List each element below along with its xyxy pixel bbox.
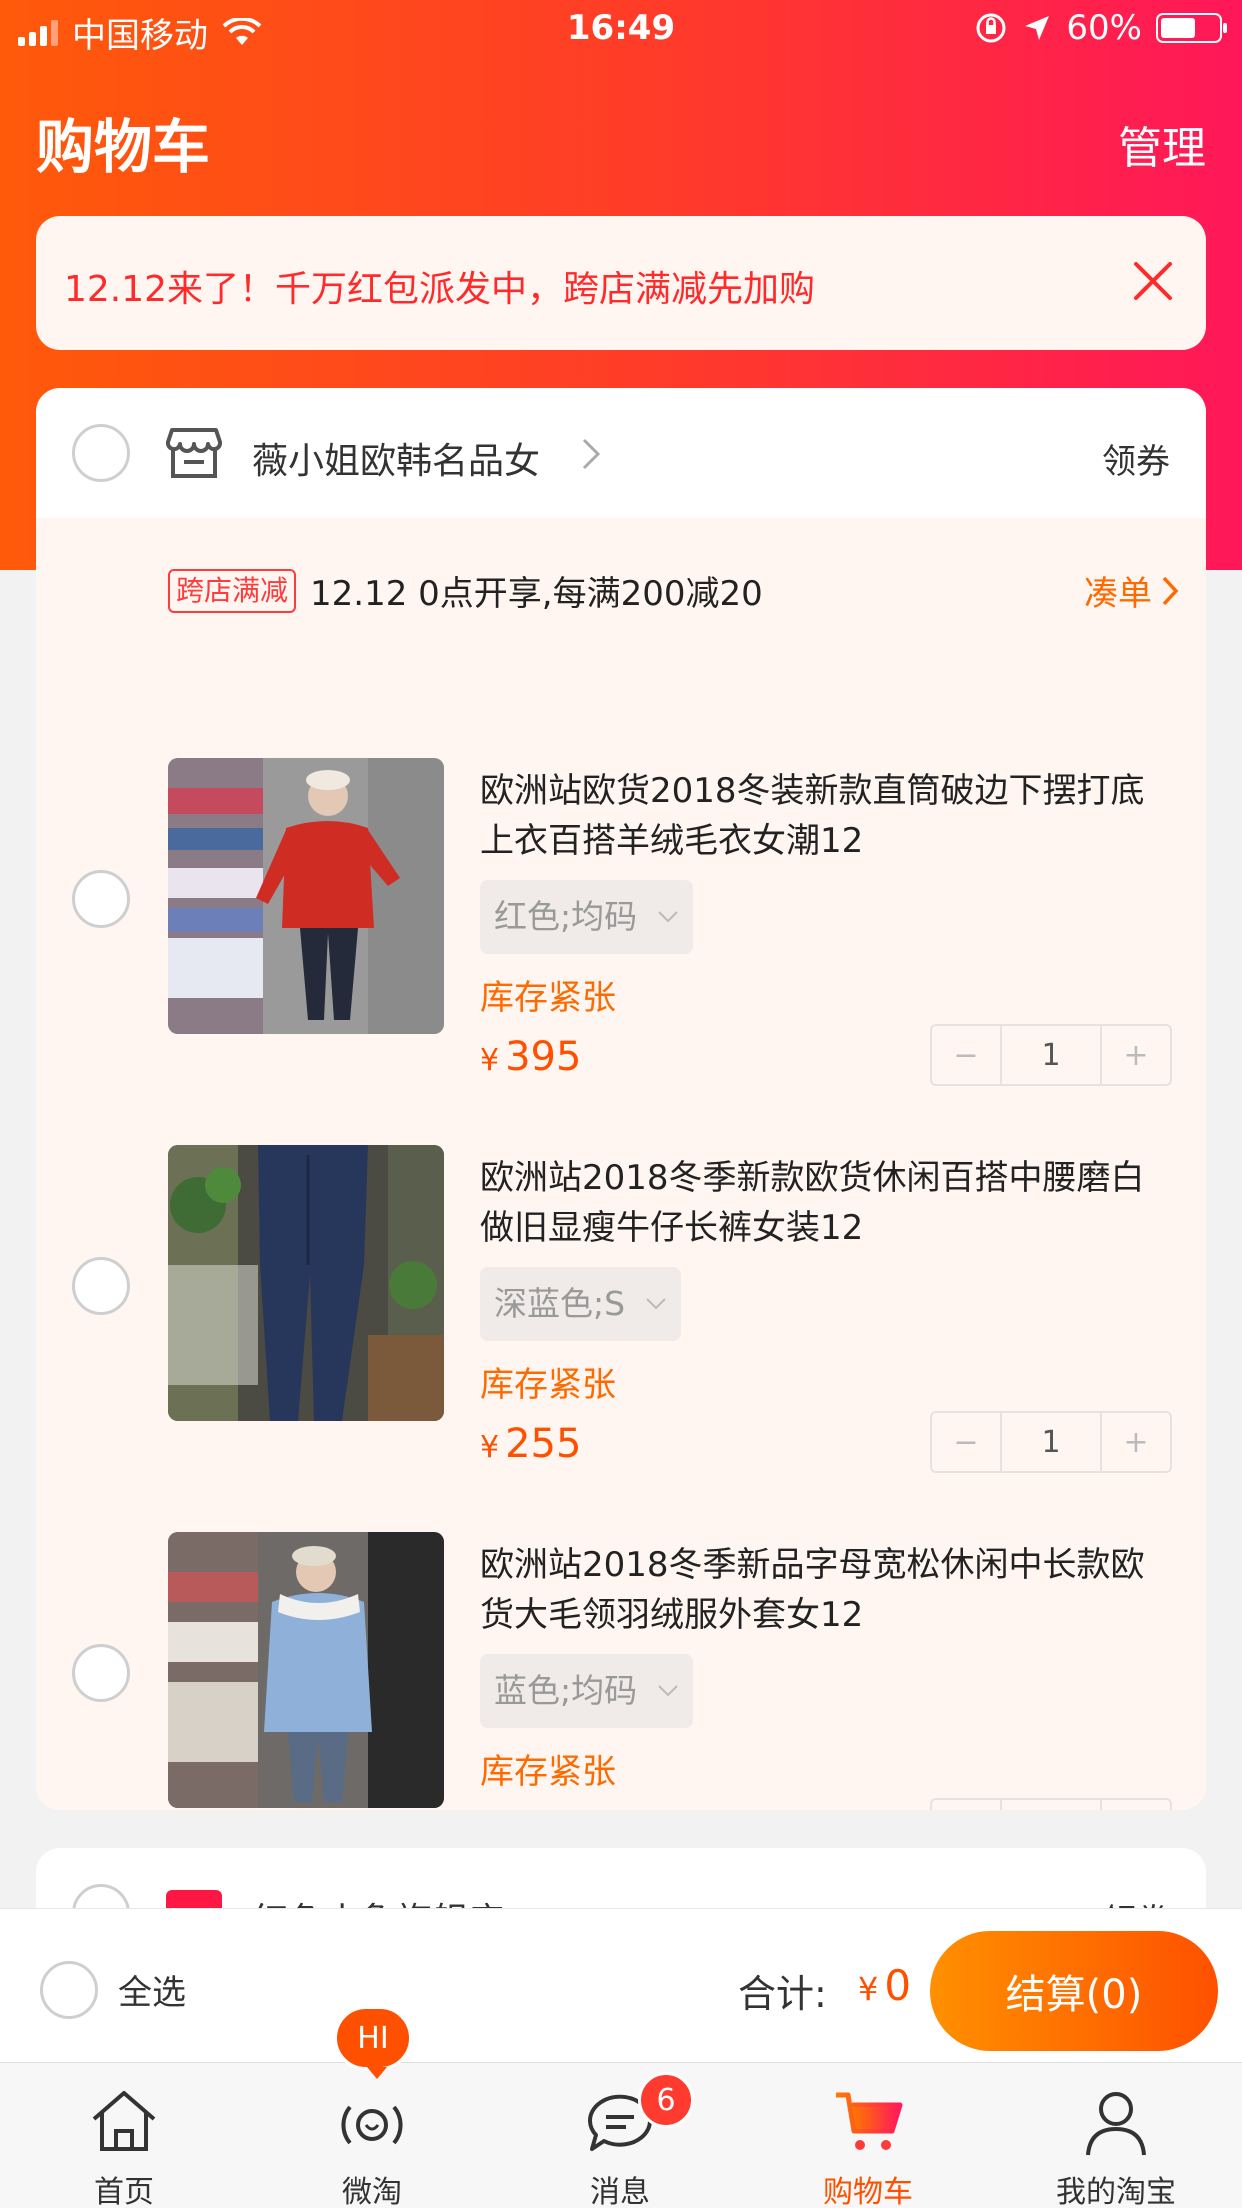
item-select-checkbox[interactable] [72,1644,130,1702]
product-image[interactable] [168,1532,444,1808]
tab-bar: 首页 微淘 消息 购物车 我的淘宝 [0,2062,1242,2208]
quantity-stepper[interactable]: − 1 + [930,1798,1172,1810]
quantity-input[interactable]: 1 [1000,1026,1102,1084]
total-value: 0 [884,1961,912,2010]
item-select-checkbox[interactable] [72,1257,130,1315]
combine-label: 凑单 [1084,574,1152,614]
battery-percent: 60% [1066,8,1142,48]
home-icon [92,2091,156,2151]
checkout-button[interactable]: 结算(0) [930,1931,1218,2051]
stock-warning: 库存紧张 [480,1752,616,1792]
message-count-badge: 6 [638,2072,694,2128]
product-name[interactable]: 欧洲站欧货2018冬装新款直筒破边下摆打底上衣百搭羊绒毛衣女潮12 [480,766,1170,866]
tab-label: 首页 [94,2175,154,2208]
chevron-down-icon [658,911,678,923]
coupon-button[interactable]: 领券 [1102,434,1170,483]
item-select-checkbox[interactable] [72,870,130,928]
checkout-bar: 全选 合计: ¥ 0 结算(0) [0,1908,1242,2062]
sku-text: 深蓝色;S [494,1284,626,1323]
product-image[interactable] [168,1145,444,1421]
item-price: ¥ 395 [480,1034,581,1080]
tab-label: 消息 [590,2175,650,2208]
status-bar: 中国移动 16:49 60% [0,0,1242,62]
total-amount: ¥ 0 [858,1961,911,2010]
shop-select-checkbox[interactable] [72,424,130,482]
quantity-input[interactable]: 1 [1000,1800,1102,1810]
cart-icon [836,2092,903,2150]
promo-area: 跨店满减 12.12 0点开享,每满200减20 凑单 欧洲站欧货2018冬装新… [36,518,1206,1810]
tab-label: 我的淘宝 [1056,2175,1176,2208]
total-label: 合计: [738,1972,827,2016]
chevron-right-icon [1162,576,1179,605]
sku-selector[interactable]: 深蓝色;S [480,1267,682,1341]
product-name[interactable]: 欧洲站2018冬季新款欧货休闲百搭中腰磨白做旧显瘦牛仔长裤女装12 [480,1153,1170,1253]
quantity-stepper[interactable]: − 1 + [930,1411,1172,1473]
location-icon [1025,16,1050,40]
stock-warning: 库存紧张 [480,1365,616,1405]
stock-warning: 库存紧张 [480,978,616,1018]
promo-tag: 跨店满减 [168,568,297,613]
close-icon[interactable] [1128,256,1178,306]
currency-symbol: ¥ [480,1430,500,1465]
price-value: 1210 [505,1808,607,1810]
price-value: 395 [505,1034,582,1080]
item-price: ¥ 255 [480,1421,581,1467]
decrease-button[interactable]: − [932,1800,1000,1810]
combine-order-link[interactable]: 凑单 [1084,566,1180,615]
quantity-input[interactable]: 1 [1000,1413,1102,1471]
sku-selector[interactable]: 红色;均码 [480,880,694,954]
sku-text: 蓝色;均码 [494,1671,638,1710]
increase-button[interactable]: + [1102,1026,1170,1084]
tab-home[interactable]: 首页 [0,2063,248,2208]
sku-selector[interactable]: 蓝色;均码 [480,1654,694,1728]
decrease-button[interactable]: − [932,1413,1000,1471]
price-value: 255 [505,1421,582,1467]
increase-button[interactable]: + [1102,1413,1170,1471]
tab-cart[interactable]: 购物车 [744,2063,992,2208]
weitao-icon [341,2105,403,2145]
currency-symbol: ¥ [480,1043,500,1078]
shop-header: 薇小姐欧韩名品女 领券 [36,388,1206,518]
cart-item: 欧洲站欧货2018冬装新款直筒破边下摆打底上衣百搭羊绒毛衣女潮12 红色;均码 … [36,758,1206,1086]
decrease-button[interactable]: − [932,1026,1000,1084]
chevron-down-icon [646,1298,666,1310]
store-icon [166,428,222,478]
hi-badge: HI [334,2006,412,2079]
product-image[interactable] [168,758,444,1034]
promo-banner[interactable]: 12.12来了！千万红包派发中，跨店满减先加购 [36,216,1206,350]
select-all-checkbox[interactable] [40,1961,98,2019]
manage-button[interactable]: 管理 [1118,112,1206,176]
chevron-down-icon [658,1685,678,1697]
tab-label: 购物车 [823,2175,913,2208]
rotation-lock-icon [976,13,1006,43]
quantity-stepper[interactable]: − 1 + [930,1024,1172,1086]
status-right: 60% [974,8,1227,48]
item-price: ¥ 1210 [480,1808,607,1810]
chevron-right-icon[interactable] [576,434,606,474]
tab-my-taobao[interactable]: 我的淘宝 [992,2063,1242,2208]
promo-text: 12.12 0点开享,每满200减20 [310,574,763,614]
shop-card: 薇小姐欧韩名品女 领券 跨店满减 12.12 0点开享,每满200减20 凑单 [36,388,1206,1810]
sku-text: 红色;均码 [494,897,638,936]
increase-button[interactable]: + [1102,1800,1170,1810]
promo-banner-text: 12.12来了！千万红包派发中，跨店满减先加购 [64,269,816,310]
product-name[interactable]: 欧洲站2018冬季新品字母宽松休闲中长款欧货大毛领羽绒服外套女12 [480,1540,1170,1640]
select-all-label[interactable]: 全选 [118,1965,186,2014]
tab-messages[interactable]: 消息 [496,2063,744,2208]
page-title: 购物车 [36,113,211,181]
profile-icon [1086,2092,1146,2156]
shop-name[interactable]: 薇小姐欧韩名品女 [252,432,540,484]
cart-item: 欧洲站2018冬季新品字母宽松休闲中长款欧货大毛领羽绒服外套女12 蓝色;均码 … [36,1532,1206,1810]
promo-row: 跨店满减 12.12 0点开享,每满200减20 [168,566,763,615]
tab-weitao[interactable]: 微淘 [248,2063,496,2208]
currency-symbol: ¥ [858,1970,879,2008]
tab-label: 微淘 [342,2175,402,2208]
battery-icon [1156,13,1227,43]
cart-item: 欧洲站2018冬季新款欧货休闲百搭中腰磨白做旧显瘦牛仔长裤女装12 深蓝色;S … [36,1145,1206,1473]
